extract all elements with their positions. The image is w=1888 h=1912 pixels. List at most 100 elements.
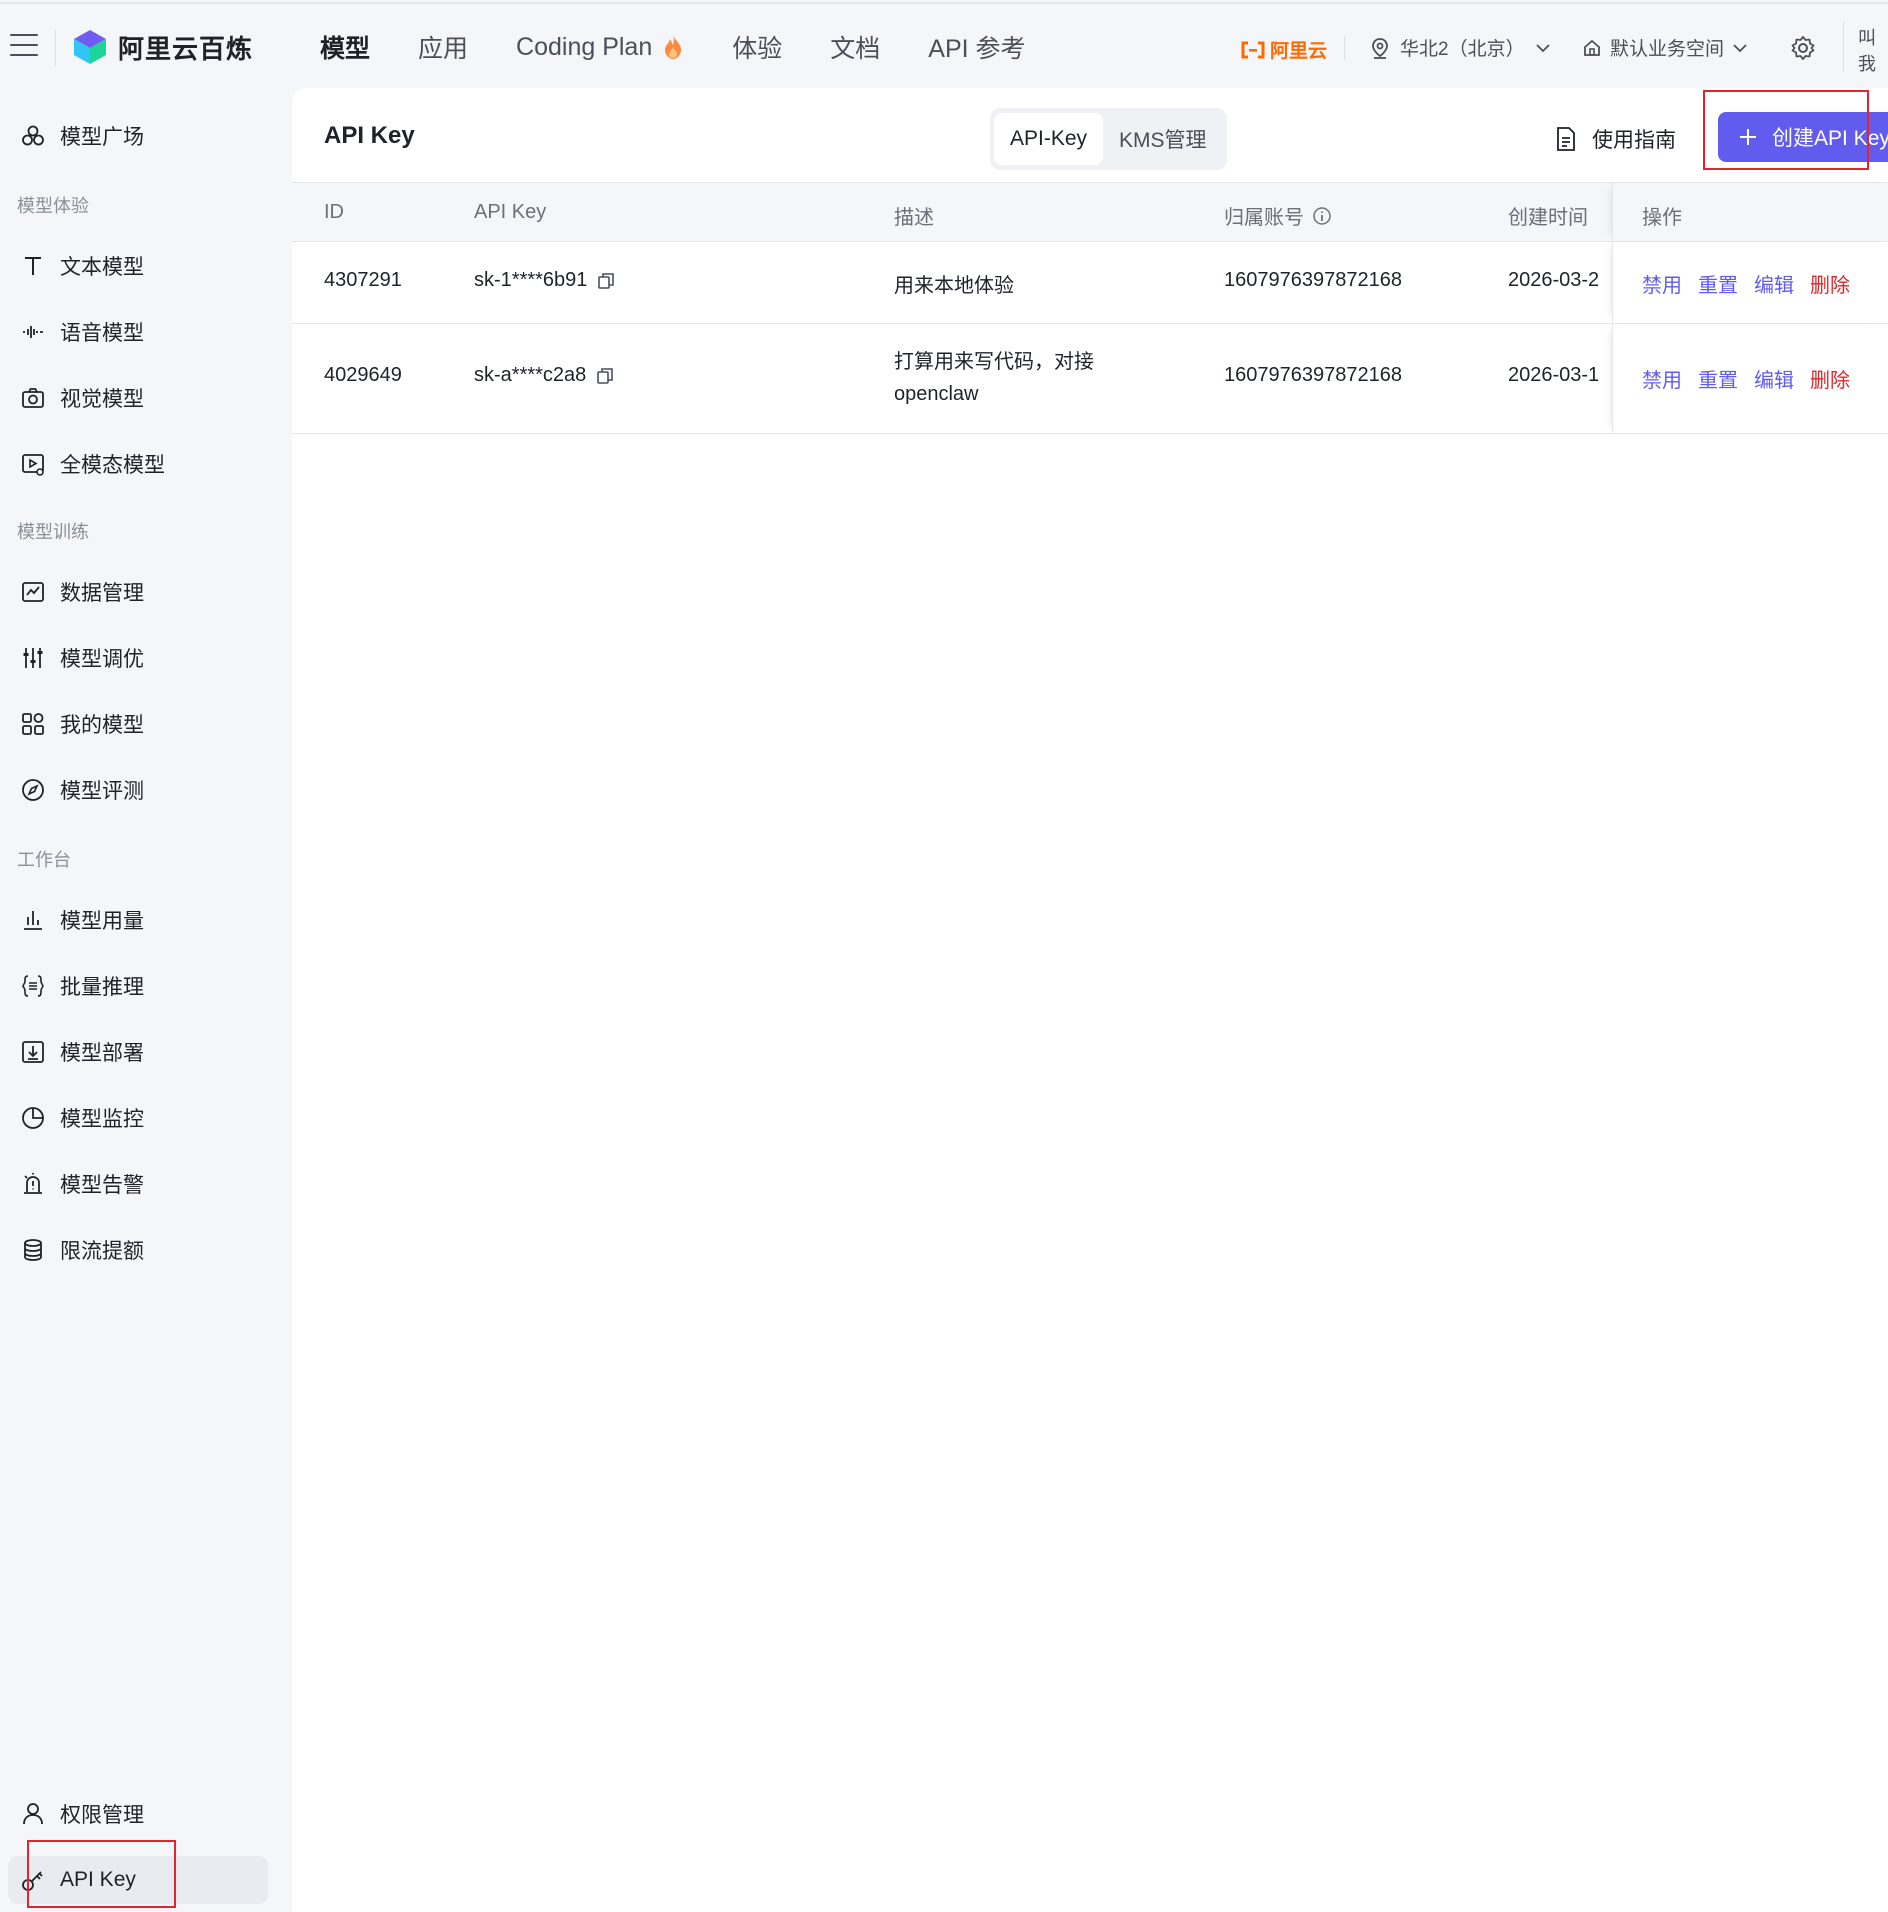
sidebar-item-label: 模型用量: [60, 910, 144, 933]
sidebar-item-rate-limit[interactable]: 限流提额: [8, 1226, 268, 1274]
delete-button[interactable]: 删除: [1810, 269, 1850, 298]
sidebar-item-label: 全模态模型: [60, 454, 165, 477]
nav-app[interactable]: 应用: [418, 29, 468, 65]
sidebar-item-model-tuning[interactable]: 模型调优: [8, 634, 268, 682]
api-key-value: sk-a****c2a8: [474, 364, 587, 386]
api-key-table: ID API Key 描述 归属账号 创建时间 操作 4307291 sk-1*…: [292, 182, 1888, 434]
user-name[interactable]: 叫我: [1858, 24, 1888, 76]
col-account: 归属账号: [1224, 201, 1332, 230]
usage-guide-link[interactable]: 使用指南: [1554, 124, 1676, 154]
model-plaza-icon: [22, 125, 44, 146]
sidebar-item-label: 限流提额: [60, 1240, 144, 1263]
sidebar-item-vision-model[interactable]: 视觉模型: [8, 374, 268, 422]
tab-kms[interactable]: KMS管理: [1103, 113, 1223, 165]
info-icon[interactable]: [1312, 206, 1332, 226]
flame-icon: [665, 35, 682, 59]
sidebar-item-omni-model[interactable]: 全模态模型: [8, 440, 268, 488]
workspace-selector[interactable]: 默认业务空间: [1582, 34, 1748, 61]
sidebar-item-label: 模型监控: [60, 1108, 144, 1131]
cell-id: 4029649: [324, 364, 402, 386]
brand-logo[interactable]: 阿里云百炼: [72, 28, 253, 66]
nav-api-reference[interactable]: API 参考: [928, 29, 1025, 65]
audio-wave-icon: [23, 326, 43, 338]
sidebar-item-label: 视觉模型: [60, 388, 144, 411]
bar-chart-icon: [24, 911, 42, 930]
sidebar-item-label: 模型评测: [60, 780, 144, 803]
copy-icon[interactable]: [597, 272, 615, 290]
nav-model[interactable]: 模型: [320, 29, 370, 65]
sidebar-item-my-models[interactable]: 我的模型: [8, 700, 268, 748]
chevron-down-icon: [1535, 43, 1550, 52]
nav-docs[interactable]: 文档: [830, 29, 880, 65]
edit-button[interactable]: 编辑: [1754, 269, 1794, 298]
sidebar-item-model-monitor[interactable]: 模型监控: [8, 1094, 268, 1142]
col-api-key: API Key: [474, 201, 547, 223]
highlight-box: [1703, 90, 1869, 170]
omni-modal-icon: [22, 454, 44, 476]
divider: [1843, 22, 1844, 72]
col-account-label: 归属账号: [1224, 207, 1304, 229]
reset-button[interactable]: 重置: [1698, 364, 1738, 393]
alarm-icon: [24, 1173, 42, 1194]
home-icon: [1584, 39, 1600, 56]
sidebar-group-title: 模型体验: [17, 196, 89, 216]
tab-api-key[interactable]: API-Key: [994, 113, 1104, 165]
disable-button[interactable]: 禁用: [1642, 269, 1682, 298]
aliyun-logo[interactable]: 阿里云: [1240, 36, 1327, 63]
divider: [55, 30, 56, 66]
cell-actions: 禁用 重置 编辑 删除: [1642, 269, 1866, 298]
aliyun-bracket-icon: [1241, 41, 1265, 58]
sidebar-item-batch-inference[interactable]: 批量推理: [8, 962, 268, 1010]
cell-api-key: sk-1****6b91: [474, 269, 615, 292]
nav-experience[interactable]: 体验: [732, 29, 782, 65]
braces-icon: [22, 975, 44, 997]
user-icon: [23, 1803, 43, 1825]
location-icon: [1372, 37, 1388, 59]
reset-button[interactable]: 重置: [1698, 269, 1738, 298]
sidebar-item-model-eval[interactable]: 模型评测: [8, 766, 268, 814]
workspace-label: 默认业务空间: [1610, 39, 1725, 60]
sidebar-item-text-model[interactable]: 文本模型: [8, 242, 268, 290]
sidebar-item-label: 文本模型: [60, 256, 144, 279]
tab-switcher: API-Key KMS管理: [990, 108, 1227, 170]
gear-icon[interactable]: [1790, 35, 1816, 61]
delete-button[interactable]: 删除: [1810, 364, 1850, 393]
table-row: 4307291 sk-1****6b91 用来本地体验 160797639787…: [292, 242, 1888, 324]
edit-button[interactable]: 编辑: [1754, 364, 1794, 393]
cell-id: 4307291: [324, 269, 402, 291]
cell-actions: 禁用 重置 编辑 删除: [1642, 364, 1866, 393]
usage-guide-label: 使用指南: [1592, 129, 1676, 152]
sidebar-item-model-alarm[interactable]: 模型告警: [8, 1160, 268, 1208]
copy-icon[interactable]: [596, 367, 614, 385]
col-desc: 描述: [894, 207, 934, 229]
table-header: ID API Key 描述 归属账号 创建时间 操作: [292, 182, 1888, 242]
apps-icon: [22, 713, 44, 735]
nav-coding-plan[interactable]: Coding Plan: [516, 33, 684, 62]
sidebar-item-data-management[interactable]: 数据管理: [8, 568, 268, 616]
sidebar-item-label: 我的模型: [60, 714, 144, 737]
data-chart-icon: [22, 582, 44, 602]
col-actions: 操作: [1642, 207, 1682, 229]
sidebar-item-model-usage[interactable]: 模型用量: [8, 896, 268, 944]
col-created: 创建时间: [1508, 207, 1588, 229]
compass-icon: [22, 779, 44, 801]
region-selector[interactable]: 华北2（北京）: [1370, 34, 1551, 61]
chevron-down-icon: [1733, 43, 1747, 52]
bailian-logo-icon: [74, 30, 106, 64]
main-nav: 模型 应用 Coding Plan 体验 文档 API 参考: [320, 4, 1026, 90]
sidebar-item-label: 权限管理: [60, 1804, 144, 1827]
sidebar-item-model-plaza[interactable]: 模型广场: [8, 112, 268, 160]
menu-icon[interactable]: [10, 34, 38, 58]
sidebar-item-label: 模型部署: [60, 1042, 144, 1065]
cell-desc: 打算用来写代码，对接openclaw: [894, 351, 1094, 405]
sidebar-item-audio-model[interactable]: 语音模型: [8, 308, 268, 356]
cell-account: 1607976397872168: [1224, 364, 1402, 386]
brand-name: 阿里云百炼: [118, 33, 254, 64]
region-label: 华北2（北京）: [1400, 39, 1525, 60]
main-content: API Key API-Key KMS管理 使用指南 创建API Key ID …: [292, 88, 1888, 1912]
col-id: ID: [324, 201, 344, 223]
sidebar-item-model-deploy[interactable]: 模型部署: [8, 1028, 268, 1076]
sidebar-item-permissions[interactable]: 权限管理: [8, 1790, 268, 1838]
disable-button[interactable]: 禁用: [1642, 364, 1682, 393]
pie-chart-icon: [22, 1107, 44, 1129]
